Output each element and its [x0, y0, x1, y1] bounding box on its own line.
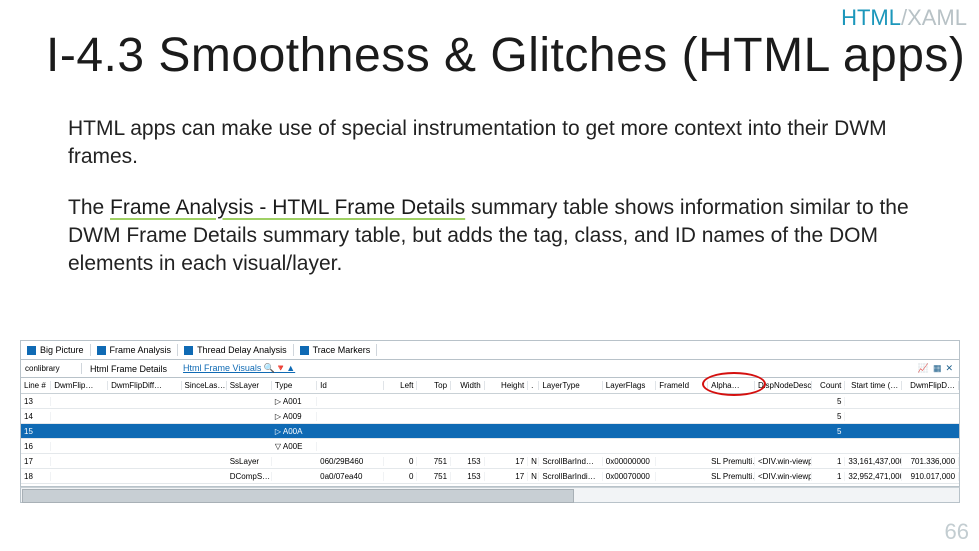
- col-left[interactable]: Left: [384, 381, 418, 390]
- table-icon[interactable]: ▦: [933, 363, 942, 374]
- table-cell: ▷ A001: [272, 397, 317, 406]
- table-cell: 5: [812, 397, 846, 406]
- table-cell: N: [528, 457, 539, 466]
- table-body: 13 ▷ A001 5 14 ▷ A009 5 15 ▷ A00A 5 16 ▽ A00E 17 SsL…: [21, 394, 959, 486]
- category-xaml: XAML: [907, 5, 967, 30]
- subtab-left-label: conlibrary: [21, 363, 82, 374]
- table-cell: 910.017,000: [902, 472, 959, 481]
- paragraph-2: The Frame Analysis - HTML Frame Details …: [68, 194, 928, 279]
- table-row[interactable]: 14 ▷ A009 5: [21, 409, 959, 424]
- table-cell: N: [528, 472, 539, 481]
- col-width[interactable]: Width: [451, 381, 485, 390]
- horizontal-scrollbar[interactable]: [20, 487, 960, 503]
- table-cell: 1: [812, 472, 846, 481]
- body-text: HTML apps can make use of special instru…: [68, 115, 928, 301]
- table-cell: 14: [21, 412, 51, 421]
- highlight-circle-dispnodedesc: [702, 372, 766, 396]
- col-dwmflip[interactable]: DwmFlip…: [51, 381, 108, 390]
- table-cell: 5: [812, 412, 846, 421]
- col-type[interactable]: Type: [272, 381, 317, 390]
- data-grid: Line # DwmFlip… DwmFlipDiff… SinceLas… S…: [20, 378, 960, 487]
- sub-tabs-row: conlibrary Html Frame Details Html Frame…: [20, 359, 960, 378]
- tab-indicator-icon: [97, 346, 106, 355]
- table-cell: DCompS…: [227, 472, 272, 481]
- col-line[interactable]: Line #: [21, 381, 51, 390]
- table-cell: SsLayer: [227, 457, 272, 466]
- table-cell: ScrollBarInd…: [539, 457, 602, 466]
- table-row[interactable]: 16 ▽ A00E: [21, 439, 959, 454]
- table-cell: 17: [485, 472, 529, 481]
- col-sslayer[interactable]: SsLayer: [227, 381, 272, 390]
- tab-indicator-icon: [27, 346, 36, 355]
- table-cell: 1: [812, 457, 846, 466]
- table-cell: 0: [384, 472, 418, 481]
- table-cell: 0a0/07ea40: [317, 472, 384, 481]
- tab-indicator-icon: [184, 346, 193, 355]
- table-cell: 33,161,437,000: [845, 457, 902, 466]
- tab-trace-markers[interactable]: Trace Markers: [294, 344, 378, 356]
- col-frameid[interactable]: FrameId: [656, 381, 708, 390]
- line-chart-icon[interactable]: 📈: [918, 363, 929, 374]
- col-top[interactable]: Top: [417, 381, 451, 390]
- table-cell: 153: [451, 457, 485, 466]
- table-cell: ScrollBarIndi…: [539, 472, 602, 481]
- col-sincelas[interactable]: SinceLas…: [182, 381, 227, 390]
- embedded-table-screenshot: Big Picture Frame Analysis Thread Delay …: [20, 340, 960, 503]
- table-row[interactable]: 18 DCompS… 0a0/07ea40075115317NScrollBarIn…: [21, 469, 959, 484]
- tab-big-picture[interactable]: Big Picture: [21, 344, 91, 356]
- table-cell: 15: [21, 427, 51, 436]
- table-cell: 751: [417, 472, 451, 481]
- table-cell: 17: [21, 457, 51, 466]
- main-tabs-row: Big Picture Frame Analysis Thread Delay …: [20, 340, 960, 359]
- table-cell: 16: [21, 442, 51, 451]
- close-icon[interactable]: ✕: [945, 363, 953, 374]
- paragraph-1: HTML apps can make use of special instru…: [68, 115, 928, 172]
- table-cell: 0x00000000: [603, 457, 657, 466]
- table-row[interactable]: 13 ▷ A001 5: [21, 394, 959, 409]
- table-row[interactable]: 1989,640…101.114,00015.026,0…120: [21, 484, 959, 486]
- scrollbar-thumb[interactable]: [22, 489, 574, 503]
- col-id[interactable]: Id: [317, 381, 384, 390]
- subtab-html-frame-details[interactable]: Html Frame Details: [82, 363, 175, 375]
- table-header-row: Line # DwmFlip… DwmFlipDiff… SinceLas… S…: [21, 378, 959, 394]
- col-count[interactable]: Count: [812, 381, 846, 390]
- category-html: HTML: [841, 5, 901, 30]
- tab-frame-analysis[interactable]: Frame Analysis: [91, 344, 179, 356]
- col-spacer[interactable]: .: [528, 381, 539, 390]
- table-cell: ▷ A00A: [272, 427, 317, 436]
- table-row[interactable]: 15 ▷ A00A 5: [21, 424, 959, 439]
- table-cell: 17: [485, 457, 529, 466]
- col-height[interactable]: Height: [485, 381, 529, 390]
- table-cell: 060/29B460: [317, 457, 384, 466]
- table-cell: SL Premulti…: [708, 472, 755, 481]
- table-cell: <DIV.win-viewport.win-horizontal-Scrolle…: [755, 457, 812, 466]
- frame-analysis-link[interactable]: Frame Analysis - HTML Frame Details: [110, 196, 465, 219]
- col-layerflags[interactable]: LayerFlags: [603, 381, 657, 390]
- table-cell: 18: [21, 472, 51, 481]
- page-number: 66: [945, 519, 969, 545]
- table-toolbar-icons: 📈 ▦ ✕: [918, 363, 959, 374]
- col-layertype[interactable]: LayerType: [539, 381, 602, 390]
- table-cell: SL Premulti…: [708, 457, 755, 466]
- table-cell: ▽ A00E: [272, 442, 317, 451]
- tab-indicator-icon: [300, 346, 309, 355]
- col-dwmflipdiff[interactable]: DwmFlipDiff…: [108, 381, 181, 390]
- table-cell: 153: [451, 472, 485, 481]
- table-cell: 32,952,471,000: [845, 472, 902, 481]
- table-cell: 0: [384, 457, 418, 466]
- subtab-html-frame-visuals[interactable]: Html Frame Visuals 🔍🔻▲: [175, 362, 303, 375]
- table-cell: <DIV.win-viewport.win-horizontal-Scrolle…: [755, 472, 812, 481]
- table-cell: 5: [812, 427, 846, 436]
- table-cell: 0x00070000: [603, 472, 657, 481]
- table-row[interactable]: 17SsLayer060/29B460075115317NScrollBarIn…: [21, 454, 959, 469]
- col-dwmflipd2[interactable]: DwmFlipD…: [902, 381, 959, 390]
- table-cell: 13: [21, 397, 51, 406]
- col-starttime[interactable]: Start time (…: [845, 381, 902, 390]
- tab-thread-delay-analysis[interactable]: Thread Delay Analysis: [178, 344, 294, 356]
- table-cell: ▷ A009: [272, 412, 317, 421]
- slide-title: I-4.3 Smoothness & Glitches (HTML apps): [46, 28, 965, 83]
- table-cell: 701.336,000: [902, 457, 959, 466]
- table-cell: 751: [417, 457, 451, 466]
